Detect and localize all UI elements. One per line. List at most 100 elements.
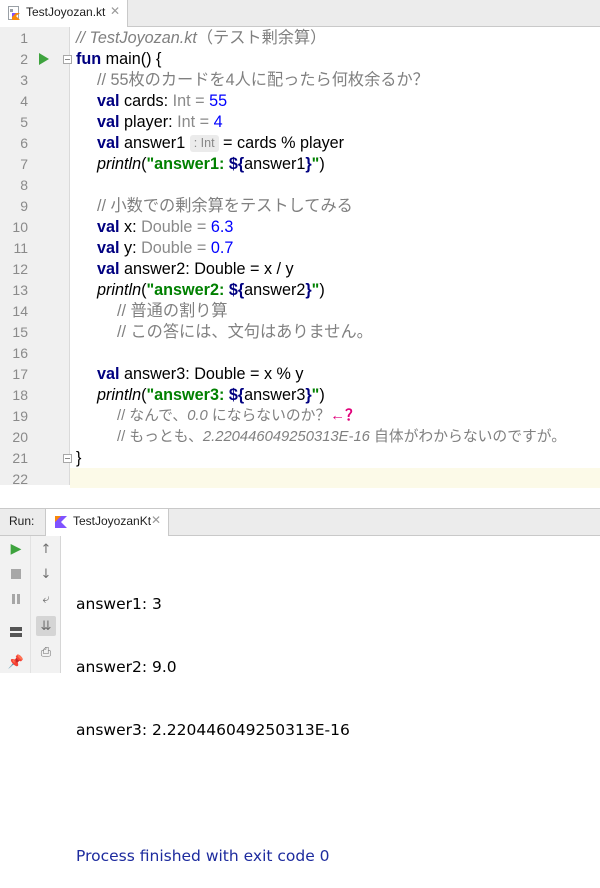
console-line: answer2: 9.0 (76, 658, 177, 676)
line-number: 3 (20, 72, 28, 88)
line-number: 13 (12, 282, 28, 298)
code-text: answer3: Double = x % y (119, 365, 304, 383)
code-line-2[interactable]: fun main() { (76, 49, 161, 69)
run-panel-header: Run: TestJoyozanKt ✕ (0, 508, 600, 536)
code-text: ) (319, 281, 325, 299)
comment: （テスト剰余算） (196, 29, 327, 47)
keyword: fun (76, 50, 102, 68)
function-name: println (97, 155, 142, 173)
template-brace: ${ (228, 386, 245, 404)
string-literal: "answer1: (146, 155, 229, 173)
rerun-icon[interactable]: ▶ (6, 539, 26, 559)
code-text: answer1 (244, 155, 306, 173)
comment: // この答には、文句はありません。 (117, 323, 373, 341)
line-number: 9 (20, 198, 28, 214)
code-line-14[interactable]: // 普通の割り算 (117, 301, 228, 321)
code-line-7[interactable]: println("answer1: ${answer1}") (97, 154, 325, 174)
keyword: val (97, 239, 120, 257)
line-number: 17 (12, 366, 28, 382)
code-line-13[interactable]: println("answer2: ${answer2}") (97, 280, 325, 300)
type-inlay-hint: : Int (189, 135, 219, 152)
line-number: 2 (20, 51, 28, 67)
editor-tab-testjoyozan[interactable]: TestJoyozan.kt ✕ (0, 0, 128, 27)
code-line-9[interactable]: // 小数での剰余算をテストしてみる (97, 196, 353, 216)
line-number: 15 (12, 324, 28, 340)
line-number: 11 (13, 240, 28, 256)
up-arrow-icon[interactable]: ↑ (36, 539, 56, 559)
run-panel-title: Run: (9, 514, 35, 528)
comment: 2.220446049250313E-16 (202, 429, 370, 445)
number-literal: 6.3 (210, 218, 234, 236)
code-line-21[interactable]: } (76, 448, 81, 468)
code-line-6[interactable]: val answer1 : Int = cards % player (97, 133, 344, 153)
comment: // もっとも、 (117, 429, 203, 445)
fold-marker-icon[interactable] (63, 55, 72, 64)
line-number: 14 (12, 303, 28, 319)
down-arrow-icon[interactable]: ↓ (36, 564, 56, 584)
code-text: = (192, 239, 211, 257)
code-line-3[interactable]: // 55枚のカードを4人に配ったら何枚余るか？ (97, 70, 429, 90)
line-number: 8 (20, 177, 28, 193)
print-icon[interactable]: ⎙ (36, 642, 56, 662)
code-text: : (132, 218, 142, 236)
editor-tab-bar: TestJoyozan.kt ✕ (0, 0, 600, 27)
code-text: = cards % player (218, 134, 345, 152)
code-text: y (119, 239, 133, 257)
code-text: cards (119, 92, 164, 110)
stop-icon[interactable] (6, 564, 26, 584)
console-output[interactable]: answer1: 3 answer2: 9.0 answer3: 2.22044… (76, 552, 350, 888)
code-text: player (119, 113, 169, 131)
comment: // 普通の割り算 (117, 302, 228, 320)
code-line-19[interactable]: // なんで、0.0 にならないのか？←？ (117, 406, 360, 426)
code-line-18[interactable]: println("answer3: ${answer3}") (97, 385, 325, 405)
layout-icon[interactable] (6, 622, 26, 642)
code-text: : (163, 92, 173, 110)
line-number: 18 (12, 387, 28, 403)
code-line-1[interactable]: // TestJoyozan.kt（テスト剰余算） (76, 28, 326, 48)
soft-wrap-icon[interactable]: ⤶ (36, 589, 56, 609)
keyword: val (97, 113, 120, 131)
comment: // 55枚のカードを4人に配ったら何枚余るか？ (97, 71, 429, 89)
line-number: 20 (12, 429, 28, 445)
number-literal: 55 (209, 92, 228, 110)
code-text: ) (319, 155, 325, 173)
code-line-5[interactable]: val player: Int = 4 (97, 112, 223, 132)
close-icon[interactable]: ✕ (151, 513, 161, 527)
code-editor[interactable]: 1 2 3 4 5 6 7 8 9 10 11 12 13 14 15 16 1… (0, 27, 600, 488)
code-line-17[interactable]: val answer3: Double = x % y (97, 364, 304, 384)
run-config-tab[interactable]: TestJoyozanKt ✕ (45, 509, 169, 536)
line-number: 19 (12, 408, 28, 424)
code-text: answer2 (244, 281, 306, 299)
comment: // 小数での剰余算をテストしてみる (97, 197, 353, 215)
scroll-to-end-icon[interactable]: ⇊ (36, 616, 56, 636)
function-name: println (97, 281, 142, 299)
line-number: 12 (12, 261, 28, 277)
code-line-12[interactable]: val answer2: Double = x / y (97, 259, 294, 279)
annotation-arrow: ←？ (330, 408, 360, 424)
template-brace: ${ (228, 281, 245, 299)
run-tab-label: TestJoyozanKt (73, 514, 152, 528)
type-name: Int (177, 113, 196, 131)
code-line-11[interactable]: val y: Double = 0.7 (97, 238, 233, 258)
code-line-15[interactable]: // この答には、文句はありません。 (117, 322, 373, 342)
console-line: answer1: 3 (76, 595, 162, 613)
fold-marker-icon[interactable] (63, 454, 72, 463)
code-text: : (168, 113, 178, 131)
close-icon[interactable]: ✕ (110, 4, 120, 18)
pause-icon[interactable] (6, 589, 26, 609)
code-text: = (192, 218, 211, 236)
run-arrow-icon[interactable] (39, 53, 49, 65)
keyword: val (97, 260, 120, 278)
comment: にならないのか？ (207, 408, 331, 424)
keyword: val (97, 134, 120, 152)
line-number: 6 (20, 135, 28, 151)
line-number: 21 (12, 450, 28, 466)
pin-icon[interactable]: 📌 (6, 652, 26, 672)
template-brace: ${ (228, 155, 245, 173)
number-literal: 4 (213, 113, 223, 131)
code-line-4[interactable]: val cards: Int = 55 (97, 91, 227, 111)
code-line-10[interactable]: val x: Double = 6.3 (97, 217, 233, 237)
kotlin-file-icon (8, 6, 20, 20)
code-line-20[interactable]: // もっとも、2.220446049250313E-16 自体がわからないので… (117, 427, 566, 447)
